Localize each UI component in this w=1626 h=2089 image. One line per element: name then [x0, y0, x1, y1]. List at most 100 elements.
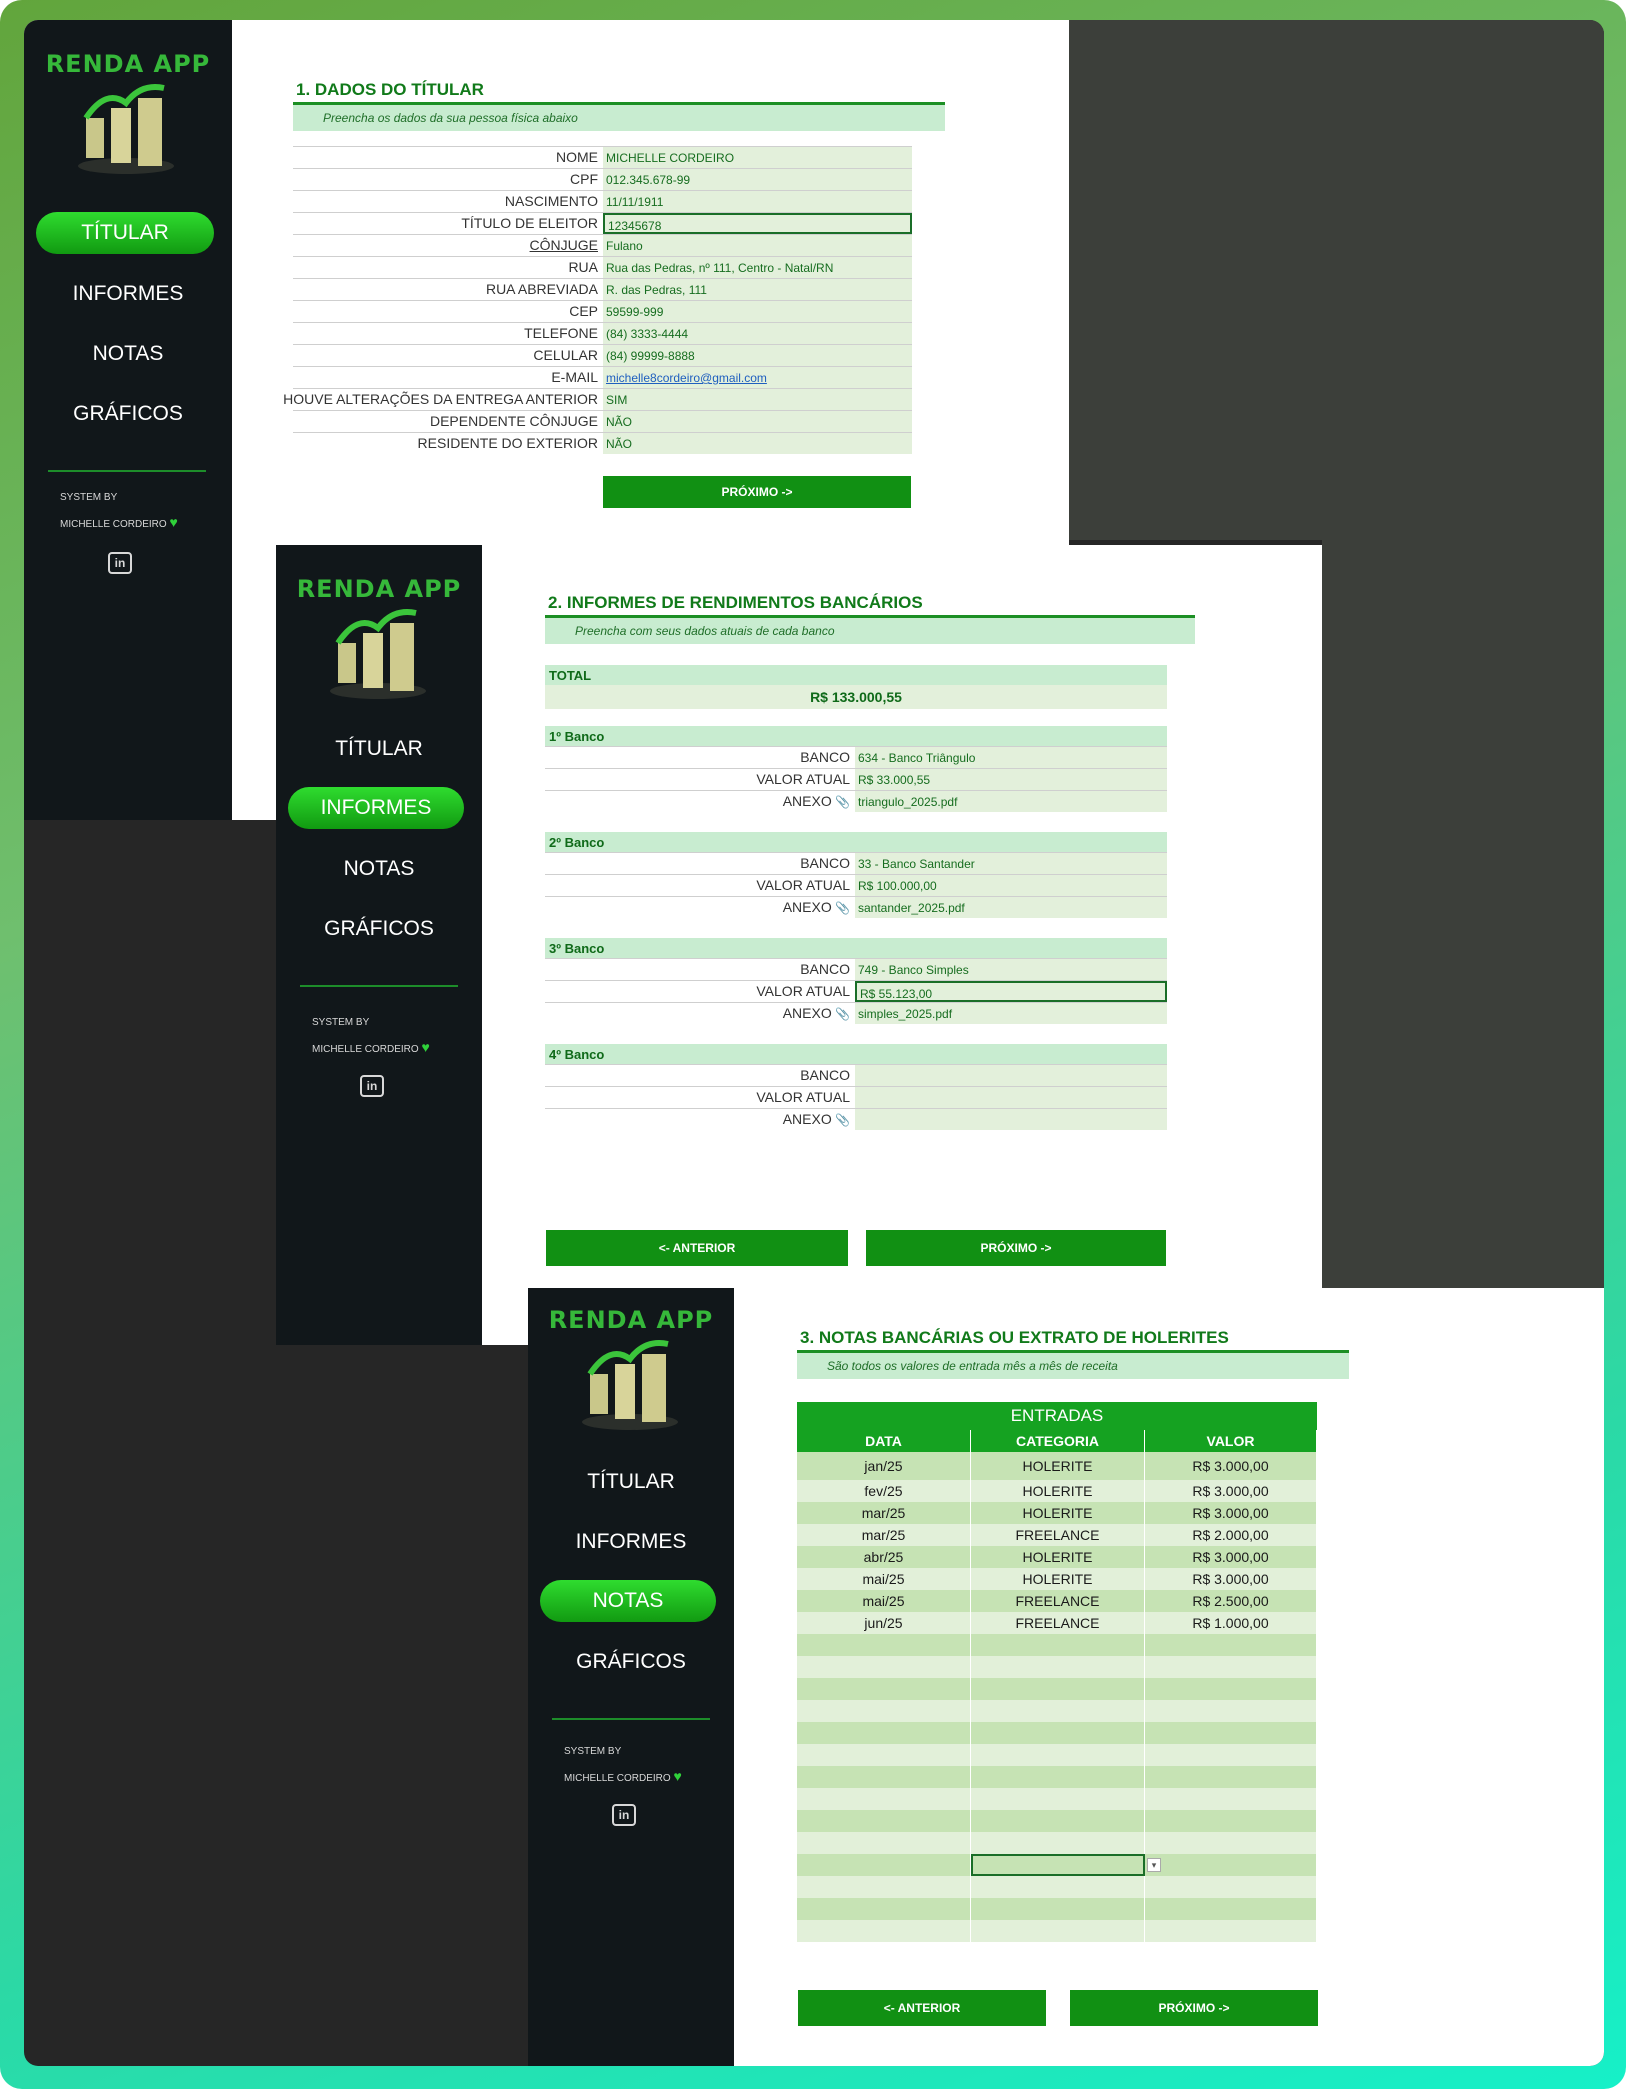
- table-cell[interactable]: HOLERITE: [971, 1546, 1145, 1568]
- field-value[interactable]: 012.345.678-99: [603, 169, 912, 190]
- empty-table-cell[interactable]: [797, 1634, 971, 1656]
- nav-graficos[interactable]: GRÁFICOS: [528, 1650, 734, 1680]
- nav-titular[interactable]: TÍTULAR: [276, 737, 482, 767]
- field-value[interactable]: MICHELLE CORDEIRO: [603, 147, 912, 168]
- empty-table-cell[interactable]: [1145, 1700, 1317, 1722]
- empty-table-cell[interactable]: [797, 1898, 971, 1920]
- empty-table-cell[interactable]: [1145, 1832, 1317, 1854]
- empty-table-cell[interactable]: [1145, 1766, 1317, 1788]
- table-cell[interactable]: HOLERITE: [971, 1502, 1145, 1524]
- field-value[interactable]: NÃO: [603, 411, 912, 432]
- bank-field-value[interactable]: [855, 1065, 1167, 1086]
- empty-table-cell[interactable]: [971, 1678, 1145, 1700]
- bank-field-value[interactable]: triangulo_2025.pdf: [855, 791, 1167, 812]
- table-cell[interactable]: FREELANCE: [971, 1590, 1145, 1612]
- field-value[interactable]: 12345678: [603, 213, 912, 234]
- nav-titular[interactable]: TÍTULAR: [528, 1470, 734, 1500]
- empty-table-cell[interactable]: [797, 1766, 971, 1788]
- empty-table-cell[interactable]: [1145, 1854, 1317, 1876]
- empty-table-cell[interactable]: [971, 1898, 1145, 1920]
- paperclip-icon[interactable]: 📎: [832, 901, 850, 915]
- empty-table-cell[interactable]: [971, 1832, 1145, 1854]
- next-button[interactable]: PRÓXIMO ->: [1070, 1990, 1318, 2026]
- table-cell[interactable]: R$ 3.000,00: [1145, 1568, 1317, 1590]
- bank-field-value[interactable]: 33 - Banco Santander: [855, 853, 1167, 874]
- empty-table-cell[interactable]: [797, 1656, 971, 1678]
- table-cell[interactable]: R$ 3.000,00: [1145, 1502, 1317, 1524]
- empty-table-cell[interactable]: [1145, 1788, 1317, 1810]
- nav-informes[interactable]: INFORMES: [288, 787, 464, 829]
- bank-field-value[interactable]: [855, 1087, 1167, 1108]
- table-cell[interactable]: jun/25: [797, 1612, 971, 1634]
- table-cell[interactable]: mai/25: [797, 1568, 971, 1590]
- empty-table-cell[interactable]: [797, 1854, 971, 1876]
- empty-table-cell[interactable]: [797, 1744, 971, 1766]
- empty-table-cell[interactable]: [797, 1722, 971, 1744]
- table-cell[interactable]: R$ 1.000,00: [1145, 1612, 1317, 1634]
- next-button[interactable]: PRÓXIMO ->: [866, 1230, 1166, 1266]
- empty-table-cell[interactable]: [797, 1832, 971, 1854]
- nav-titular[interactable]: TÍTULAR: [36, 212, 214, 254]
- table-cell[interactable]: R$ 3.000,00: [1145, 1480, 1317, 1502]
- empty-table-cell[interactable]: [797, 1788, 971, 1810]
- empty-table-cell[interactable]: [797, 1920, 971, 1942]
- table-cell[interactable]: abr/25: [797, 1546, 971, 1568]
- field-value[interactable]: R. das Pedras, 111: [603, 279, 912, 300]
- empty-table-cell[interactable]: [971, 1744, 1145, 1766]
- bank-field-value[interactable]: simples_2025.pdf: [855, 1003, 1167, 1024]
- nav-graficos[interactable]: GRÁFICOS: [24, 402, 232, 432]
- table-cell[interactable]: R$ 3.000,00: [1145, 1546, 1317, 1568]
- empty-table-cell[interactable]: [797, 1700, 971, 1722]
- empty-table-cell[interactable]: [971, 1854, 1145, 1876]
- field-value[interactable]: Fulano: [603, 235, 912, 256]
- empty-table-cell[interactable]: [971, 1722, 1145, 1744]
- empty-table-cell[interactable]: [1145, 1656, 1317, 1678]
- field-value[interactable]: SIM: [603, 389, 912, 410]
- table-cell[interactable]: HOLERITE: [971, 1480, 1145, 1502]
- table-cell[interactable]: mar/25: [797, 1502, 971, 1524]
- empty-table-cell[interactable]: [971, 1920, 1145, 1942]
- empty-table-cell[interactable]: [1145, 1678, 1317, 1700]
- paperclip-icon[interactable]: 📎: [832, 1007, 850, 1021]
- nav-graficos[interactable]: GRÁFICOS: [276, 917, 482, 947]
- empty-table-cell[interactable]: [971, 1876, 1145, 1898]
- field-value[interactable]: (84) 99999-8888: [603, 345, 912, 366]
- previous-button[interactable]: <- ANTERIOR: [798, 1990, 1046, 2026]
- table-cell[interactable]: HOLERITE: [971, 1452, 1145, 1480]
- field-value[interactable]: Rua das Pedras, nº 111, Centro - Natal/R…: [603, 257, 912, 278]
- nav-informes[interactable]: INFORMES: [24, 282, 232, 312]
- empty-table-cell[interactable]: [797, 1876, 971, 1898]
- field-value[interactable]: 59599-999: [603, 301, 912, 322]
- table-cell[interactable]: R$ 3.000,00: [1145, 1452, 1317, 1480]
- field-value[interactable]: NÃO: [603, 433, 912, 454]
- empty-table-cell[interactable]: [971, 1788, 1145, 1810]
- empty-table-cell[interactable]: [971, 1810, 1145, 1832]
- empty-table-cell[interactable]: [1145, 1722, 1317, 1744]
- linkedin-icon[interactable]: in: [612, 1804, 636, 1826]
- paperclip-icon[interactable]: 📎: [832, 1113, 850, 1127]
- table-cell[interactable]: R$ 2.500,00: [1145, 1590, 1317, 1612]
- empty-table-cell[interactable]: [971, 1700, 1145, 1722]
- nav-informes[interactable]: INFORMES: [528, 1530, 734, 1560]
- field-value[interactable]: michelle8cordeiro@gmail.com: [603, 367, 912, 388]
- nav-notas[interactable]: NOTAS: [540, 1580, 716, 1622]
- linkedin-icon[interactable]: in: [360, 1075, 384, 1097]
- linkedin-icon[interactable]: in: [108, 552, 132, 574]
- previous-button[interactable]: <- ANTERIOR: [546, 1230, 848, 1266]
- bank-field-value[interactable]: R$ 55.123,00: [855, 981, 1167, 1002]
- empty-table-cell[interactable]: [1145, 1920, 1317, 1942]
- field-value[interactable]: (84) 3333-4444: [603, 323, 912, 344]
- table-cell[interactable]: R$ 2.000,00: [1145, 1524, 1317, 1546]
- table-cell[interactable]: jan/25: [797, 1452, 971, 1480]
- next-button[interactable]: PRÓXIMO ->: [603, 476, 911, 508]
- bank-field-value[interactable]: R$ 100.000,00: [855, 875, 1167, 896]
- bank-field-value[interactable]: santander_2025.pdf: [855, 897, 1167, 918]
- empty-table-cell[interactable]: [797, 1810, 971, 1832]
- table-cell[interactable]: mai/25: [797, 1590, 971, 1612]
- empty-table-cell[interactable]: [1145, 1898, 1317, 1920]
- bank-field-value[interactable]: 634 - Banco Triângulo: [855, 747, 1167, 768]
- nav-notas[interactable]: NOTAS: [24, 342, 232, 372]
- empty-table-cell[interactable]: [797, 1678, 971, 1700]
- table-cell[interactable]: FREELANCE: [971, 1612, 1145, 1634]
- dropdown-arrow-icon[interactable]: ▾: [1147, 1858, 1161, 1872]
